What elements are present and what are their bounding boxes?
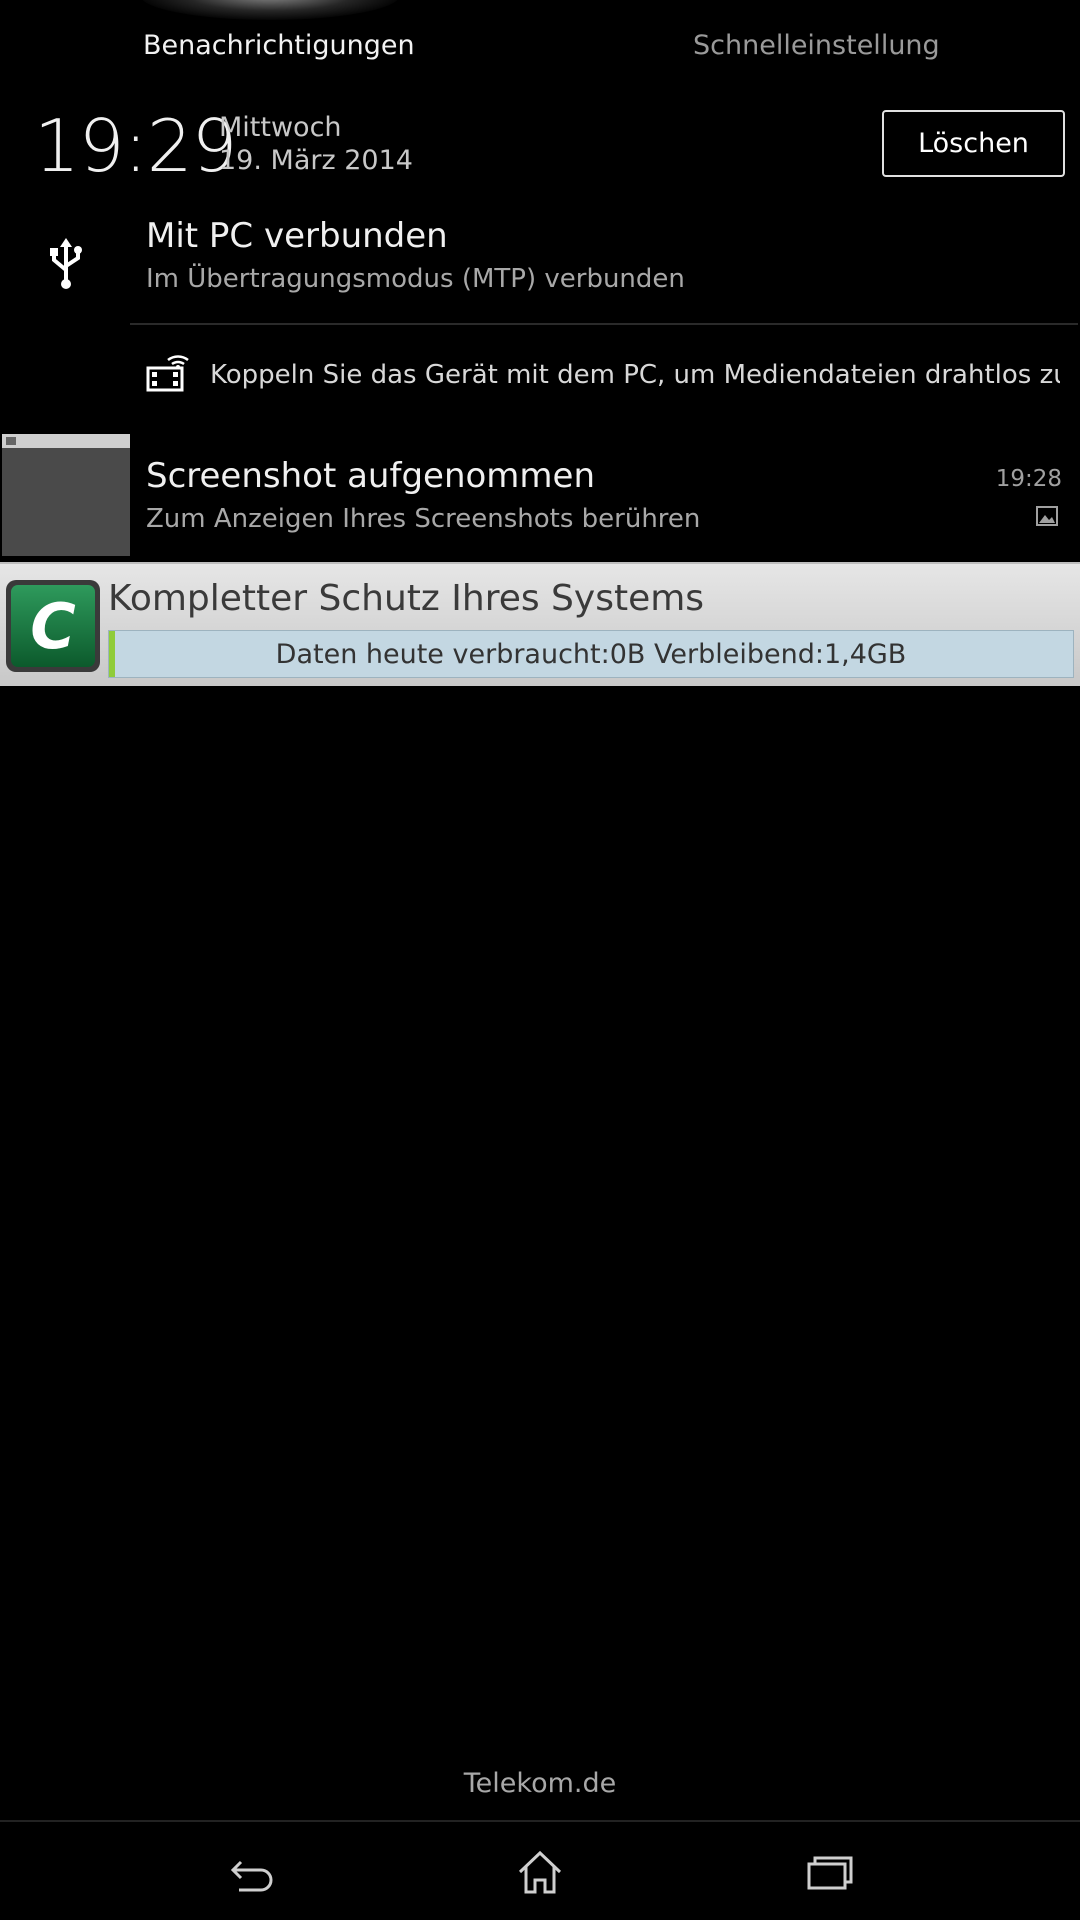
notification-title: Mit PC verbunden (146, 216, 448, 256)
weekday: Mittwoch (219, 112, 342, 143)
tab-quick-settings[interactable]: Schnelleinstellung (693, 30, 940, 61)
notification-tabs: Benachrichtigungen Schnelleinstellung (0, 0, 1080, 100)
clock: 19:29 (34, 104, 237, 188)
active-tab-indicator (140, 0, 400, 20)
date: 19. März 2014 (219, 145, 413, 176)
screenshot-thumbnail (2, 434, 130, 556)
divider (130, 323, 1078, 325)
home-icon[interactable] (500, 1842, 580, 1902)
notification-title: Kompletter Schutz Ihres Systems (108, 578, 705, 619)
notification-screenshot[interactable]: Screenshot aufgenommen Zum Anzeigen Ihre… (0, 432, 1080, 558)
image-icon (1036, 506, 1058, 530)
wireless-media-icon (146, 354, 190, 398)
notification-subtitle: Im Übertragungsmodus (MTP) verbunden (146, 264, 685, 294)
notification-text: Koppeln Sie das Gerät mit dem PC, um Med… (210, 360, 1060, 390)
notification-time: 19:28 (995, 466, 1062, 492)
notification-wireless-media[interactable]: Koppeln Sie das Gerät mit dem PC, um Med… (0, 326, 1080, 430)
notification-security-app[interactable]: C Kompletter Schutz Ihres Systems Daten … (0, 562, 1080, 686)
back-icon[interactable] (212, 1842, 292, 1902)
notification-title: Screenshot aufgenommen (146, 456, 596, 496)
data-usage-progress: Daten heute verbraucht:0B Verbleibend:1,… (108, 630, 1074, 678)
notification-subtitle: Zum Anzeigen Ihres Screenshots berühren (146, 504, 701, 534)
app-letter: C (11, 585, 95, 667)
clear-all-button[interactable]: Löschen (882, 110, 1065, 177)
tab-notifications[interactable]: Benachrichtigungen (143, 30, 415, 61)
notification-usb-connected[interactable]: Mit PC verbunden Im Übertragungsmodus (M… (0, 210, 1080, 325)
progress-label: Daten heute verbraucht:0B Verbleibend:1,… (275, 638, 907, 670)
recents-icon[interactable] (790, 1842, 870, 1902)
security-app-icon: C (6, 580, 100, 672)
navigation-bar (0, 1820, 1080, 1920)
carrier-label: Telekom.de (463, 1768, 617, 1799)
usb-icon (46, 238, 86, 294)
